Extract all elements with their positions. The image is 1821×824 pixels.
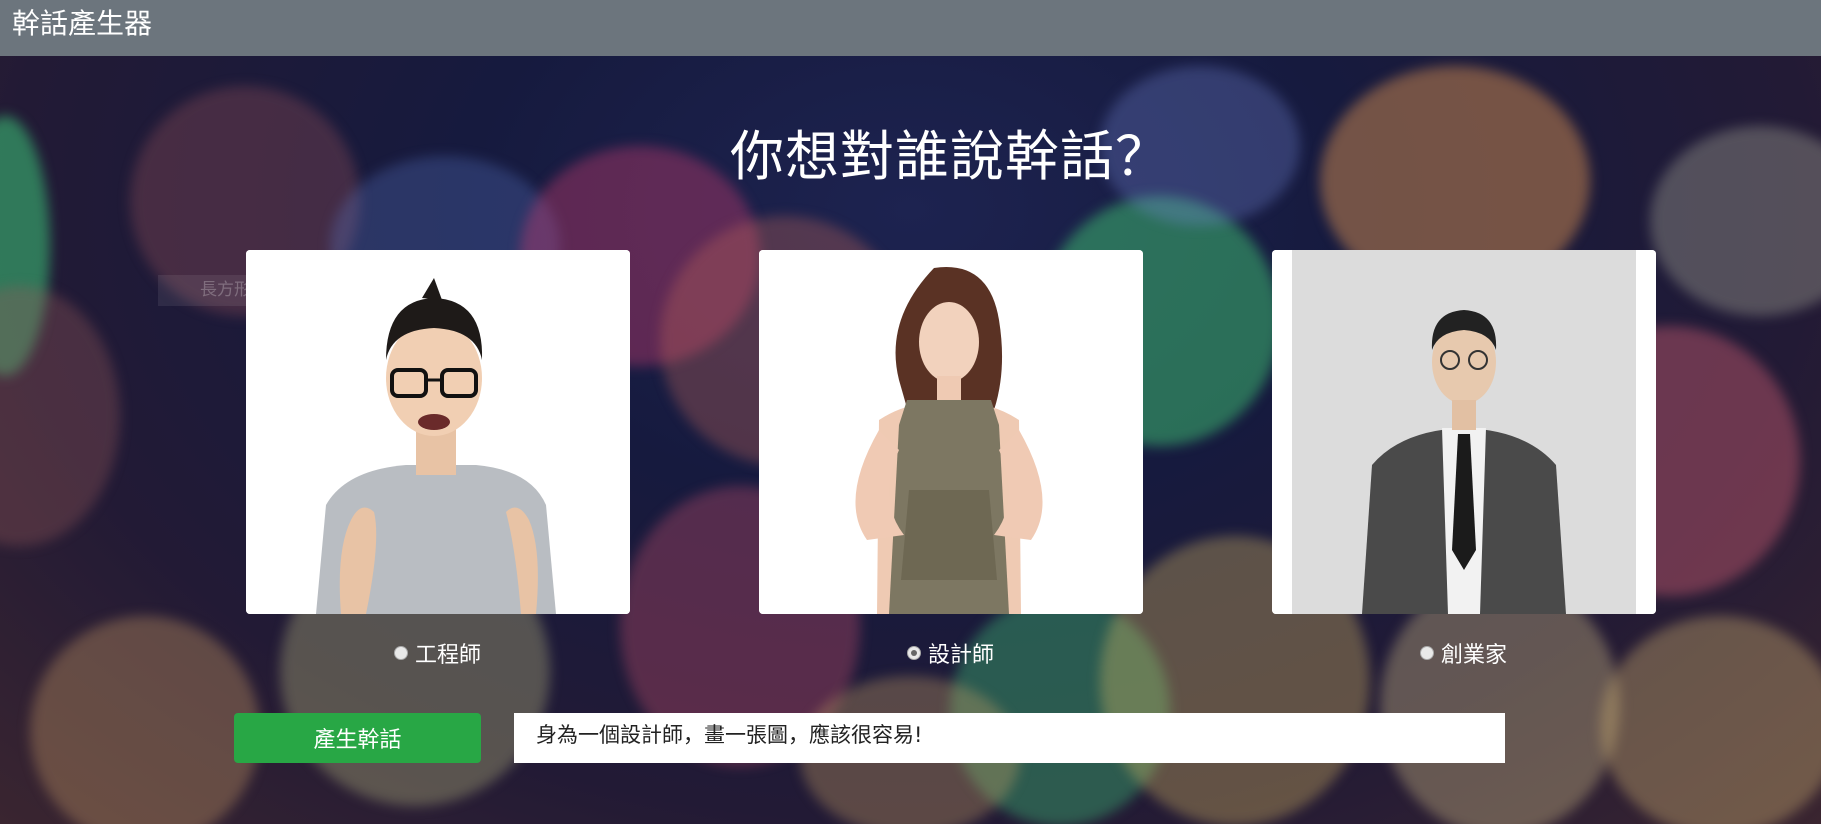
designer-label: 設計師: [928, 643, 995, 668]
designer-card[interactable]: [759, 250, 1143, 614]
output-text-box[interactable]: 身為一個設計師，畫一張圖，應該很容易!: [514, 713, 1505, 763]
entrepreneur-radio[interactable]: [1420, 646, 1434, 660]
engineer-photo: [246, 250, 630, 614]
option-engineer[interactable]: 工程師: [394, 638, 481, 668]
entrepreneur-card[interactable]: [1272, 250, 1656, 614]
navbar: 幹話產生器: [0, 0, 1821, 56]
app-title[interactable]: 幹話產生器: [12, 4, 152, 44]
entrepreneur-label: 創業家: [1441, 643, 1508, 668]
option-entrepreneur[interactable]: 創業家: [1420, 638, 1507, 668]
designer-photo: [759, 250, 1143, 614]
engineer-label: 工程師: [415, 643, 482, 668]
engineer-radio[interactable]: [394, 646, 408, 660]
option-designer[interactable]: 設計師: [907, 638, 994, 668]
engineer-card[interactable]: [246, 250, 630, 614]
page-heading: 你想對誰說幹話？: [730, 125, 1170, 188]
designer-radio[interactable]: [907, 646, 921, 660]
generate-button[interactable]: 產生幹話: [234, 713, 481, 763]
entrepreneur-photo: [1272, 250, 1656, 614]
